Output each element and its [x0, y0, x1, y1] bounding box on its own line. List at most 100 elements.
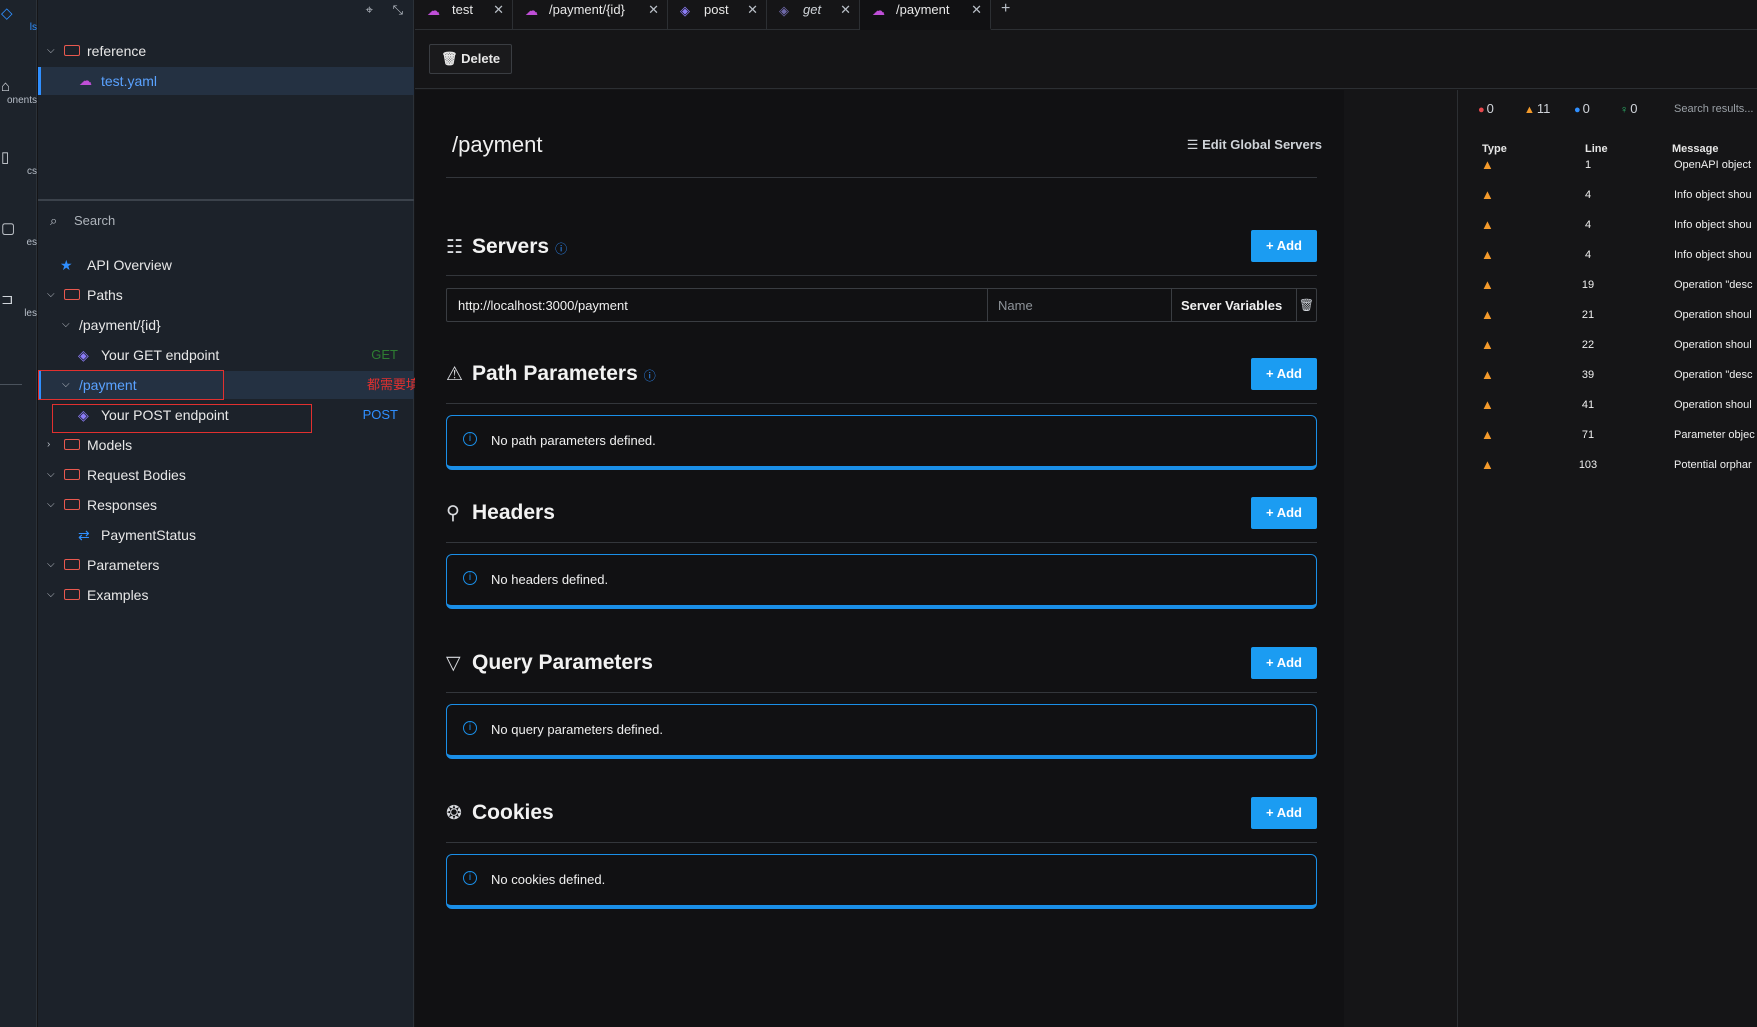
folder-icon — [64, 289, 80, 300]
close-icon[interactable]: ✕ — [747, 0, 758, 20]
close-icon[interactable]: ✕ — [840, 0, 851, 20]
activity-item-docs[interactable]: ▯ cs — [0, 148, 37, 177]
section-title-headers: ⚲ Headers — [446, 501, 555, 525]
problem-message: Info object shou — [1674, 189, 1752, 201]
search-input[interactable]: Search — [74, 207, 115, 235]
problem-line: 4 — [1584, 249, 1592, 261]
tree-endpoint-get[interactable]: ◈ Your GET endpoint GET — [38, 341, 414, 369]
tab-get[interactable]: ◈ get ✕ — [767, 0, 860, 30]
warning-icon: ▲ — [1481, 397, 1494, 412]
folder-icon — [64, 439, 80, 450]
endpoint-icon: ◈ — [78, 347, 89, 363]
problem-row[interactable]: ▲ 71 Parameter objec — [1458, 420, 1757, 450]
problem-row[interactable]: ▲ 4 Info object shou — [1458, 240, 1757, 270]
problem-line: 41 — [1581, 399, 1595, 411]
server-name-input[interactable]: Name — [987, 289, 1171, 321]
folder-icon — [64, 589, 80, 600]
tree-folder-responses[interactable]: ⌵ Responses — [38, 491, 414, 519]
error-count[interactable]: ● 0 — [1478, 101, 1494, 116]
star-icon: ★ — [60, 257, 73, 273]
tree-response-payment-status[interactable]: ⇄ PaymentStatus — [38, 521, 414, 549]
activity-item-components[interactable]: ⌂ onents — [0, 78, 37, 106]
folder-icon — [64, 559, 80, 570]
new-tab-plus-icon[interactable]: + — [1001, 0, 1010, 18]
close-icon[interactable]: ✕ — [971, 0, 982, 20]
endpoint-icon: ◈ — [680, 3, 690, 18]
chevron-down-icon: ⌵ — [62, 319, 70, 330]
activity-item-les[interactable]: ⊐ les — [0, 290, 37, 319]
warning-count[interactable]: ▲ 11 — [1524, 101, 1550, 116]
tree-label: reference — [87, 43, 147, 59]
sidebar-search[interactable]: ⌕ Search — [38, 207, 414, 235]
tab-test[interactable]: ☁ test ✕ — [415, 0, 513, 30]
edit-global-servers-button[interactable]: ☰ Edit Global Servers — [1187, 137, 1322, 153]
add-cookie-button[interactable]: + Add — [1251, 797, 1317, 829]
share-icon: ⚲ — [446, 503, 460, 524]
tree-folder-request-bodies[interactable]: ⌵ Request Bodies — [38, 461, 414, 489]
tree-path-payment-id[interactable]: ⌵ /payment/{id} — [38, 311, 414, 339]
problem-row[interactable]: ▲ 22 Operation shoul — [1458, 330, 1757, 360]
problem-row[interactable]: ▲ 4 Info object shou — [1458, 180, 1757, 210]
tree-folder-examples[interactable]: ⌵ Examples — [38, 581, 414, 609]
tree-folder-models[interactable]: › Models — [38, 431, 414, 459]
tab-payment-id[interactable]: ☁ /payment/{id} ✕ — [513, 0, 668, 30]
collapse-icon[interactable]: ⤡ — [393, 2, 403, 17]
activity-label: les — [24, 308, 37, 319]
edit-global-servers-label: Edit Global Servers — [1202, 137, 1322, 152]
tree-folder-paths[interactable]: ⌵ Paths — [38, 281, 414, 309]
trash-icon[interactable]: 🗑 — [1296, 289, 1316, 321]
info-icon: i — [463, 432, 477, 446]
problem-row[interactable]: ▲ 21 Operation shoul — [1458, 300, 1757, 330]
problem-row[interactable]: ▲ 39 Operation "desc — [1458, 360, 1757, 390]
problem-row[interactable]: ▲ 1 OpenAPI object — [1458, 150, 1757, 180]
tree-label: API Overview — [87, 257, 172, 273]
info-icon[interactable]: ⓘ — [644, 369, 656, 383]
cloud-icon: ☁ — [872, 3, 885, 18]
activity-item-es[interactable]: ▢ es — [0, 219, 37, 248]
server-variables-button[interactable]: Server Variables — [1171, 289, 1298, 321]
sidebar-divider — [38, 199, 414, 201]
hint-count[interactable]: ♀ 0 — [1620, 101, 1637, 116]
warning-icon: ▲ — [1524, 104, 1535, 116]
locate-icon[interactable]: ⌖ — [366, 2, 373, 17]
problem-line: 19 — [1581, 279, 1595, 291]
delete-button[interactable]: 🗑 Delete — [429, 44, 513, 74]
problem-row[interactable]: ▲ 4 Info object shou — [1458, 210, 1757, 240]
server-url-input[interactable]: http://localhost:3000/payment — [458, 298, 628, 313]
problem-line: 103 — [1578, 459, 1598, 471]
search-results-input[interactable]: Search results... — [1674, 103, 1753, 115]
activity-divider — [0, 384, 22, 385]
problem-row[interactable]: ▲ 103 Potential orphar — [1458, 450, 1757, 480]
problem-message: Operation "desc — [1674, 279, 1753, 291]
warning-icon: ▲ — [1481, 337, 1494, 352]
add-header-button[interactable]: + Add — [1251, 497, 1317, 529]
info-icon: i — [463, 871, 477, 885]
add-query-parameter-button[interactable]: + Add — [1251, 647, 1317, 679]
tree-api-overview[interactable]: ★ API Overview — [38, 251, 414, 279]
problem-message: Potential orphar — [1674, 459, 1752, 471]
tab-label: /payment — [896, 2, 950, 17]
tree-folder-parameters[interactable]: ⌵ Parameters — [38, 551, 414, 579]
add-server-button[interactable]: + Add — [1251, 230, 1317, 262]
empty-message: No query parameters defined. — [491, 722, 663, 737]
warning-icon: ▲ — [1481, 247, 1494, 262]
tab-payment[interactable]: ☁ /payment ✕ — [860, 0, 991, 30]
tree-folder-reference[interactable]: ⌵ reference — [38, 37, 414, 65]
close-icon[interactable]: ✕ — [493, 0, 504, 20]
add-label: Add — [1276, 805, 1302, 820]
problem-row[interactable]: ▲ 19 Operation "desc — [1458, 270, 1757, 300]
info-count[interactable]: ● 0 — [1574, 101, 1590, 116]
problem-row[interactable]: ▲ 41 Operation shoul — [1458, 390, 1757, 420]
delete-label: Delete — [461, 51, 501, 66]
activity-label: ls — [29, 22, 37, 33]
cloud-icon: ☁ — [525, 3, 538, 18]
activity-label: cs — [27, 166, 37, 177]
tab-post[interactable]: ◈ post ✕ — [668, 0, 767, 30]
activity-item-models[interactable]: ◇ ls — [0, 4, 37, 33]
tree-file-test-yaml[interactable]: ☁ test.yaml — [38, 67, 414, 95]
tab-label: test — [452, 2, 473, 17]
add-path-parameter-button[interactable]: + Add — [1251, 358, 1317, 390]
close-icon[interactable]: ✕ — [648, 0, 659, 20]
folder-icon — [64, 469, 80, 480]
info-icon[interactable]: ⓘ — [555, 242, 567, 256]
